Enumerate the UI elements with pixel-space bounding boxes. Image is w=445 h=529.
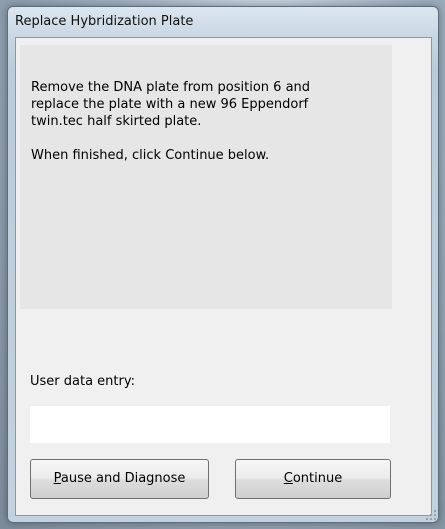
resize-grip-icon[interactable]	[424, 508, 436, 520]
window-title: Replace Hybridization Plate	[15, 14, 194, 29]
pause-button-label: ause and Diagnose	[60, 471, 186, 486]
pause-and-diagnose-button[interactable]: Pause and Diagnose	[30, 459, 209, 499]
user-data-entry-input[interactable]	[30, 406, 390, 443]
message-instruction: When finished, click Continue below.	[31, 148, 270, 163]
pause-button-mnemonic: P	[53, 471, 61, 486]
continue-button[interactable]: Continue	[235, 459, 391, 499]
message-spacer	[31, 130, 384, 147]
message-line-2: replace the plate with a new 96 Eppendor…	[31, 97, 309, 112]
message-line-1: Remove the DNA plate from position 6 and	[31, 80, 311, 95]
continue-button-label: ontinue	[292, 471, 343, 486]
continue-button-mnemonic: C	[283, 471, 293, 486]
message-panel: Remove the DNA plate from position 6 and…	[20, 45, 392, 309]
title-bar[interactable]: Replace Hybridization Plate	[8, 7, 438, 37]
message-line-3: twin.tec half skirted plate.	[31, 114, 202, 129]
user-data-entry-label: User data entry:	[30, 374, 135, 389]
